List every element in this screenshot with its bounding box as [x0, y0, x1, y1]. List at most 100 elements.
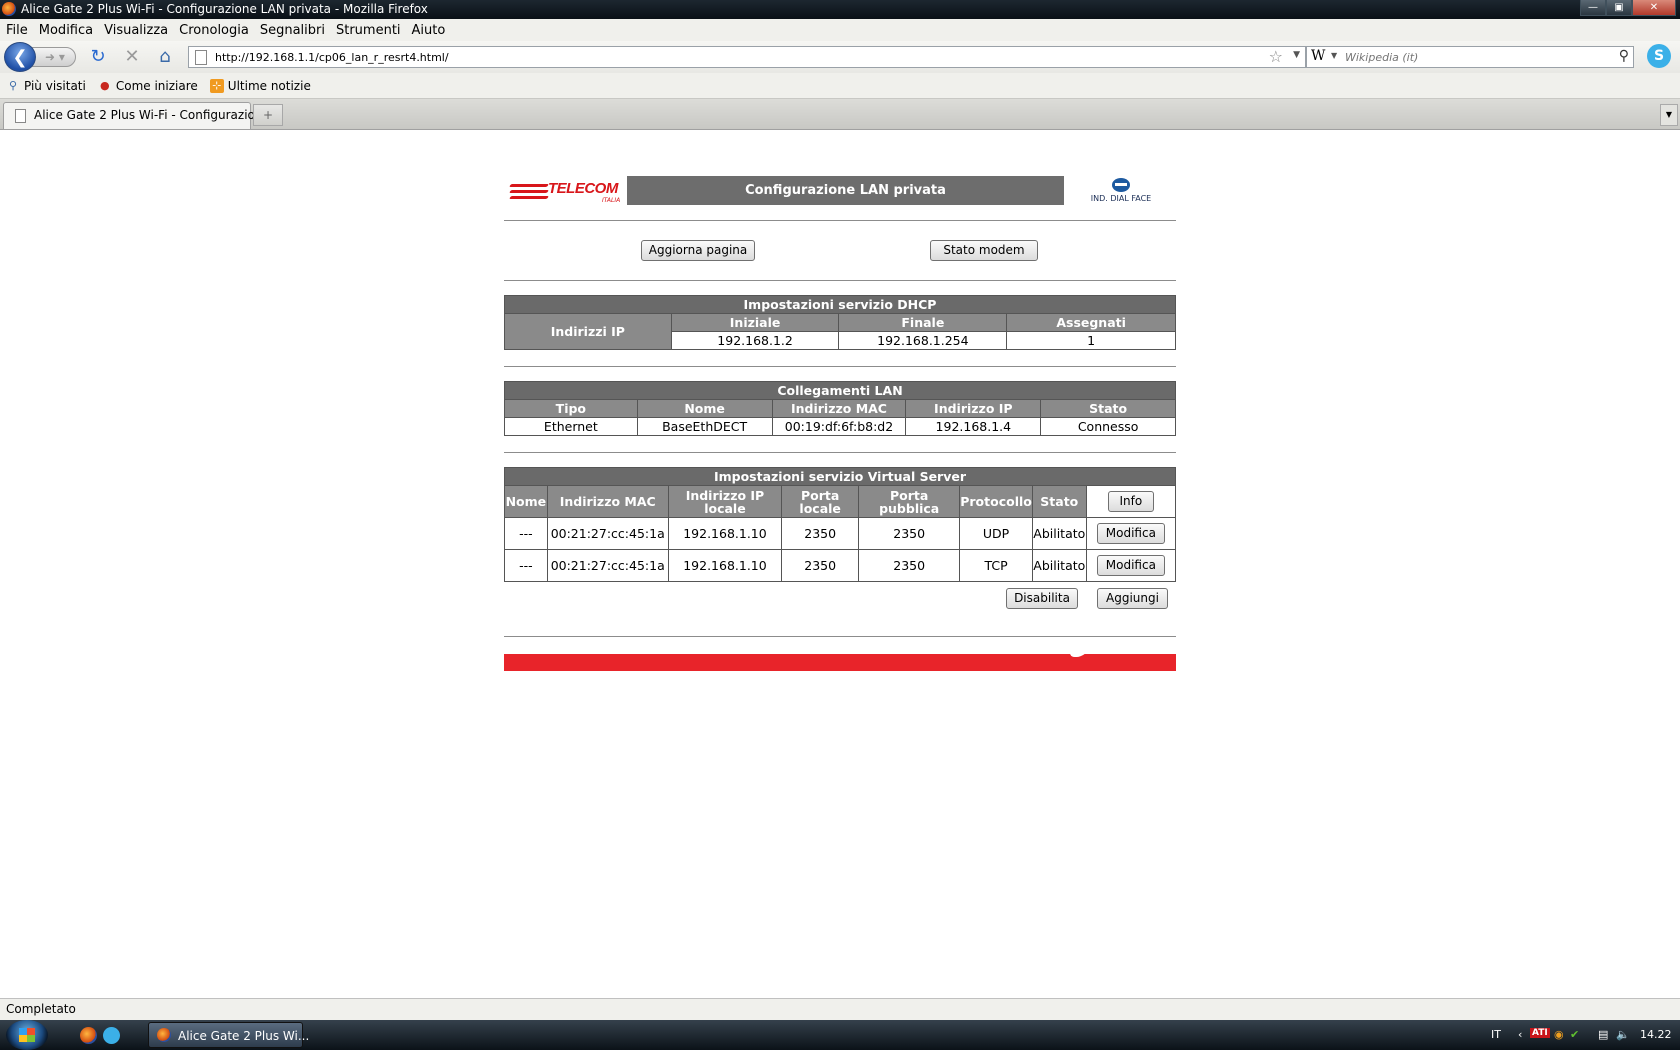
vs-cell-mac: 00:21:27:cc:45:1a: [546, 549, 669, 582]
ati-icon[interactable]: ATI: [1530, 1028, 1550, 1038]
menu-strumenti[interactable]: Strumenti: [336, 23, 401, 38]
lan-cell-mac: 00:19:df:6f:b8:d2: [771, 417, 907, 436]
disable-button[interactable]: Disabilita: [1006, 588, 1078, 609]
modify-button[interactable]: Modifica: [1096, 555, 1165, 576]
bookmark-ultime-notizie[interactable]: ⊹ Ultime notizie: [209, 78, 311, 93]
firefox-quicklaunch-icon[interactable]: [80, 1027, 97, 1044]
close-button[interactable]: ✕: [1632, 0, 1676, 16]
divider: [504, 220, 1176, 221]
tray-expand-icon[interactable]: ‹: [1518, 1028, 1522, 1041]
firefox-bookmark-icon: ●: [100, 78, 110, 92]
menu-modifica[interactable]: Modifica: [39, 23, 93, 38]
vs-cell-name: ---: [504, 549, 548, 582]
telecom-stripes-icon: [509, 182, 549, 204]
clock[interactable]: 14.22: [1640, 1028, 1672, 1041]
new-tab-button[interactable]: +: [253, 104, 283, 126]
vs-header-local-ip: Indirizzo IP locale: [667, 485, 783, 518]
lan-header-name: Nome: [636, 399, 773, 418]
vs-cell-local-ip: 192.168.1.10: [667, 517, 783, 550]
search-icon[interactable]: ⚲: [1619, 48, 1629, 64]
volume-icon[interactable]: 🔈: [1616, 1028, 1630, 1041]
vs-edit-cell: Modifica: [1085, 549, 1177, 582]
lan-title: Collegamenti LAN: [504, 381, 1176, 400]
divider: [504, 280, 1176, 281]
bookmark-star-icon[interactable]: ☆: [1269, 47, 1283, 66]
status-bar: Completato: [0, 998, 1680, 1020]
vs-cell-local-port: 2350: [781, 549, 860, 582]
reload-icon[interactable]: ↻: [87, 46, 109, 68]
vs-header-mac: Indirizzo MAC: [546, 485, 669, 518]
taskbar-firefox-button[interactable]: Alice Gate 2 Plus Wi...: [148, 1022, 309, 1048]
vs-cell-protocol: TCP: [959, 549, 1033, 582]
lan-header-type: Tipo: [504, 399, 638, 418]
network-icon[interactable]: ▤: [1598, 1028, 1608, 1041]
navigation-toolbar: ➜ ▾ ❮ ↻ ✕ ⌂ ☆ ▼ W ▼ ⚲: [0, 41, 1680, 73]
telecom-logo: TELECOM ITALIA: [509, 180, 630, 206]
add-button[interactable]: Aggiungi: [1097, 588, 1168, 609]
page-icon: [195, 50, 207, 65]
skype-icon[interactable]: S: [1647, 44, 1671, 68]
url-dropdown-icon[interactable]: ▼: [1293, 50, 1300, 60]
vs-info-cell: Info: [1085, 485, 1177, 518]
home-icon[interactable]: ⌂: [154, 46, 176, 68]
table-row: --- 00:21:27:cc:45:1a 192.168.1.10 2350 …: [504, 517, 1177, 550]
dhcp-header-start: Iniziale: [670, 313, 840, 332]
search-bar[interactable]: W ▼ ⚲: [1306, 46, 1634, 68]
stop-icon[interactable]: ✕: [121, 46, 143, 68]
menu-visualizza[interactable]: Visualizza: [104, 23, 168, 38]
bookmark-come-iniziare[interactable]: ● Come iniziare: [98, 79, 198, 93]
maximize-button[interactable]: ▣: [1606, 0, 1632, 16]
search-folder-icon: ⚲: [8, 78, 18, 92]
lan-header-status: Stato: [1040, 399, 1176, 418]
search-engine-icon[interactable]: W: [1311, 48, 1325, 64]
dial-face-icon: [1112, 178, 1130, 192]
search-input[interactable]: [1345, 49, 1605, 65]
divider: [504, 366, 1176, 367]
modify-button[interactable]: Modifica: [1096, 523, 1165, 544]
dhcp-end-ip: 192.168.1.254: [838, 331, 1008, 350]
engine-dropdown-icon[interactable]: ▼: [1331, 51, 1337, 60]
lan-cell-ip: 192.168.1.4: [905, 417, 1042, 436]
start-button[interactable]: [6, 1020, 48, 1050]
info-button[interactable]: Info: [1107, 491, 1154, 512]
window-title: Alice Gate 2 Plus Wi-Fi - Configurazione…: [21, 2, 428, 16]
page-title: Configurazione LAN privata: [627, 176, 1064, 205]
menu-aiuto[interactable]: Aiuto: [412, 23, 446, 38]
table-row: --- 00:21:27:cc:45:1a 192.168.1.10 2350 …: [504, 549, 1177, 582]
url-input[interactable]: [215, 49, 1115, 65]
vs-cell-public-port: 2350: [858, 517, 961, 550]
tab-list-icon[interactable]: ▼: [1660, 104, 1678, 126]
safely-remove-icon[interactable]: ✔: [1570, 1028, 1579, 1041]
minimize-button[interactable]: —: [1580, 0, 1606, 16]
menu-cronologia[interactable]: Cronologia: [179, 23, 249, 38]
tab-alice-gate[interactable]: Alice Gate 2 Plus Wi-Fi - Configurazio..…: [3, 102, 266, 129]
forward-button[interactable]: ➜ ▾: [32, 47, 76, 67]
dhcp-title: Impostazioni servizio DHCP: [504, 295, 1176, 314]
table-row: Ethernet BaseEthDECT 00:19:df:6f:b8:d2 1…: [504, 417, 1176, 436]
lan-table: Collegamenti LAN Tipo Nome Indirizzo MAC…: [504, 381, 1176, 436]
vs-header-local-port: Porta locale: [781, 485, 860, 518]
telecom-footer-bar: [504, 649, 1176, 671]
language-indicator[interactable]: IT: [1491, 1028, 1501, 1041]
back-button[interactable]: ❮: [4, 42, 36, 72]
menu-file[interactable]: File: [6, 23, 28, 38]
url-bar[interactable]: ☆ ▼: [188, 46, 1306, 68]
vs-edit-cell: Modifica: [1085, 517, 1177, 550]
menu-segnalibri[interactable]: Segnalibri: [260, 23, 325, 38]
vs-header-name: Nome: [504, 485, 548, 518]
bookmark-piu-visitati[interactable]: ⚲ Più visitati: [6, 79, 86, 93]
vs-cell-local-ip: 192.168.1.10: [667, 549, 783, 582]
bookmarks-toolbar: ⚲ Più visitati ● Come iniziare ⊹ Ultime …: [0, 73, 1680, 99]
tray-app-icon[interactable]: ◉: [1554, 1028, 1564, 1041]
modem-status-button[interactable]: Stato modem: [930, 240, 1038, 261]
document-icon: [15, 109, 26, 123]
lan-header-mac: Indirizzo MAC: [771, 399, 907, 418]
dhcp-header-assigned: Assegnati: [1006, 313, 1176, 332]
divider: [504, 636, 1176, 637]
vs-header-public-port: Porta pubblica: [858, 485, 961, 518]
vs-title: Impostazioni servizio Virtual Server: [504, 467, 1176, 486]
dial-face-logo: IND. DIAL FACE: [1074, 176, 1168, 206]
lan-cell-type: Ethernet: [504, 417, 638, 436]
skype-quicklaunch-icon[interactable]: [103, 1027, 120, 1044]
refresh-page-button[interactable]: Aggiorna pagina: [641, 240, 755, 261]
